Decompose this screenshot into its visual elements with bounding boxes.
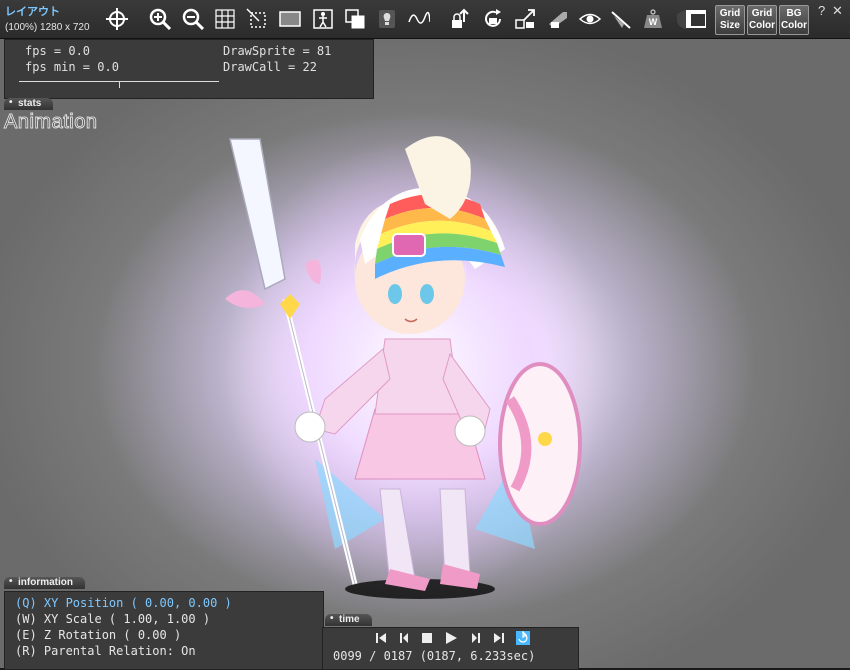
time-readout: 0099 / 0187 (0187, 6.233sec) [333,649,536,663]
figure-icon[interactable] [310,6,336,32]
lock-scale-icon[interactable] [512,6,538,32]
toolbar: レイアウト (100%) 1280 x 720 W Grid Size Grid… [0,0,850,39]
grid-color-button[interactable]: Grid Color [747,5,777,35]
zoom-out-icon[interactable] [180,6,206,32]
window-subtitle: (100%) 1280 x 720 [5,22,90,33]
loop-icon[interactable] [516,631,530,645]
grid-size-line2: Size [719,20,740,31]
time-tab[interactable]: time [325,613,372,626]
first-frame-icon[interactable] [375,632,387,644]
bg-toggle-icon[interactable] [683,6,709,32]
bg-color-line2: Color [780,20,808,31]
info-line-scale[interactable]: (W) XY Scale ( 1.00, 1.00 ) [15,612,210,626]
info-line-rotation[interactable]: (E) Z Rotation ( 0.00 ) [15,628,181,642]
crosshair-icon[interactable] [104,6,130,32]
bulb-icon[interactable] [374,6,400,32]
help-button[interactable]: ? [818,3,825,18]
grid-color-line1: Grid [751,8,773,19]
title-block: レイアウト (100%) 1280 x 720 [5,3,90,33]
draw-call-readout: DrawCall = 22 [223,60,317,74]
information-tab[interactable]: information [4,576,85,589]
fps-min-readout: fps min = 0.0 [25,60,119,74]
crop-icon[interactable] [244,6,270,32]
layers-icon[interactable] [342,6,368,32]
wave-icon[interactable] [406,6,432,32]
eye-icon[interactable] [577,6,603,32]
fps-readout: fps = 0.0 [25,44,91,58]
eye-slash-icon[interactable] [608,6,634,32]
stop-icon[interactable] [421,632,433,644]
grid-color-line2: Color [748,20,776,31]
zoom-in-icon[interactable] [147,6,173,32]
draw-sprite-readout: DrawSprite = 81 [223,44,332,58]
next-frame-icon[interactable] [470,632,482,644]
play-icon[interactable] [445,632,457,644]
info-line-position[interactable]: (Q) XY Position ( 0.00, 0.00 ) [15,596,232,610]
bg-color-button[interactable]: BG Color [779,5,809,35]
svg-text:W: W [649,17,658,27]
stats-tab[interactable]: stats [4,97,54,110]
fps-graph-tick [119,81,120,88]
window-title: レイアウト [5,6,60,18]
grid-icon[interactable] [212,6,238,32]
info-line-parental[interactable]: (R) Parental Relation: On [15,644,196,658]
last-frame-icon[interactable] [493,632,505,644]
bg-color-line1: BG [786,8,802,19]
prev-frame-icon[interactable] [398,632,410,644]
close-button[interactable]: ✕ [832,3,843,19]
stats-panel: fps = 0.0 fps min = 0.0 DrawSprite = 81 … [4,39,374,99]
time-panel: 0099 / 0187 (0187, 6.233sec) [322,627,579,670]
lock-skew-icon[interactable] [545,6,571,32]
canvas-viewport[interactable]: fps = 0.0 fps min = 0.0 DrawSprite = 81 … [0,39,850,670]
character-sprite[interactable] [215,79,615,619]
layout-window: レイアウト (100%) 1280 x 720 W Grid Size Grid… [0,0,850,670]
weight-icon[interactable]: W [640,6,666,32]
grid-size-button[interactable]: Grid Size [715,5,745,35]
frame-icon[interactable] [277,6,303,32]
animation-label: Animation [3,111,98,134]
grid-size-line1: Grid [719,8,741,19]
lock-rotate-icon[interactable] [480,6,506,32]
lock-up-icon[interactable] [448,6,474,32]
information-panel: (Q) XY Position ( 0.00, 0.00 ) (W) XY Sc… [4,591,324,670]
